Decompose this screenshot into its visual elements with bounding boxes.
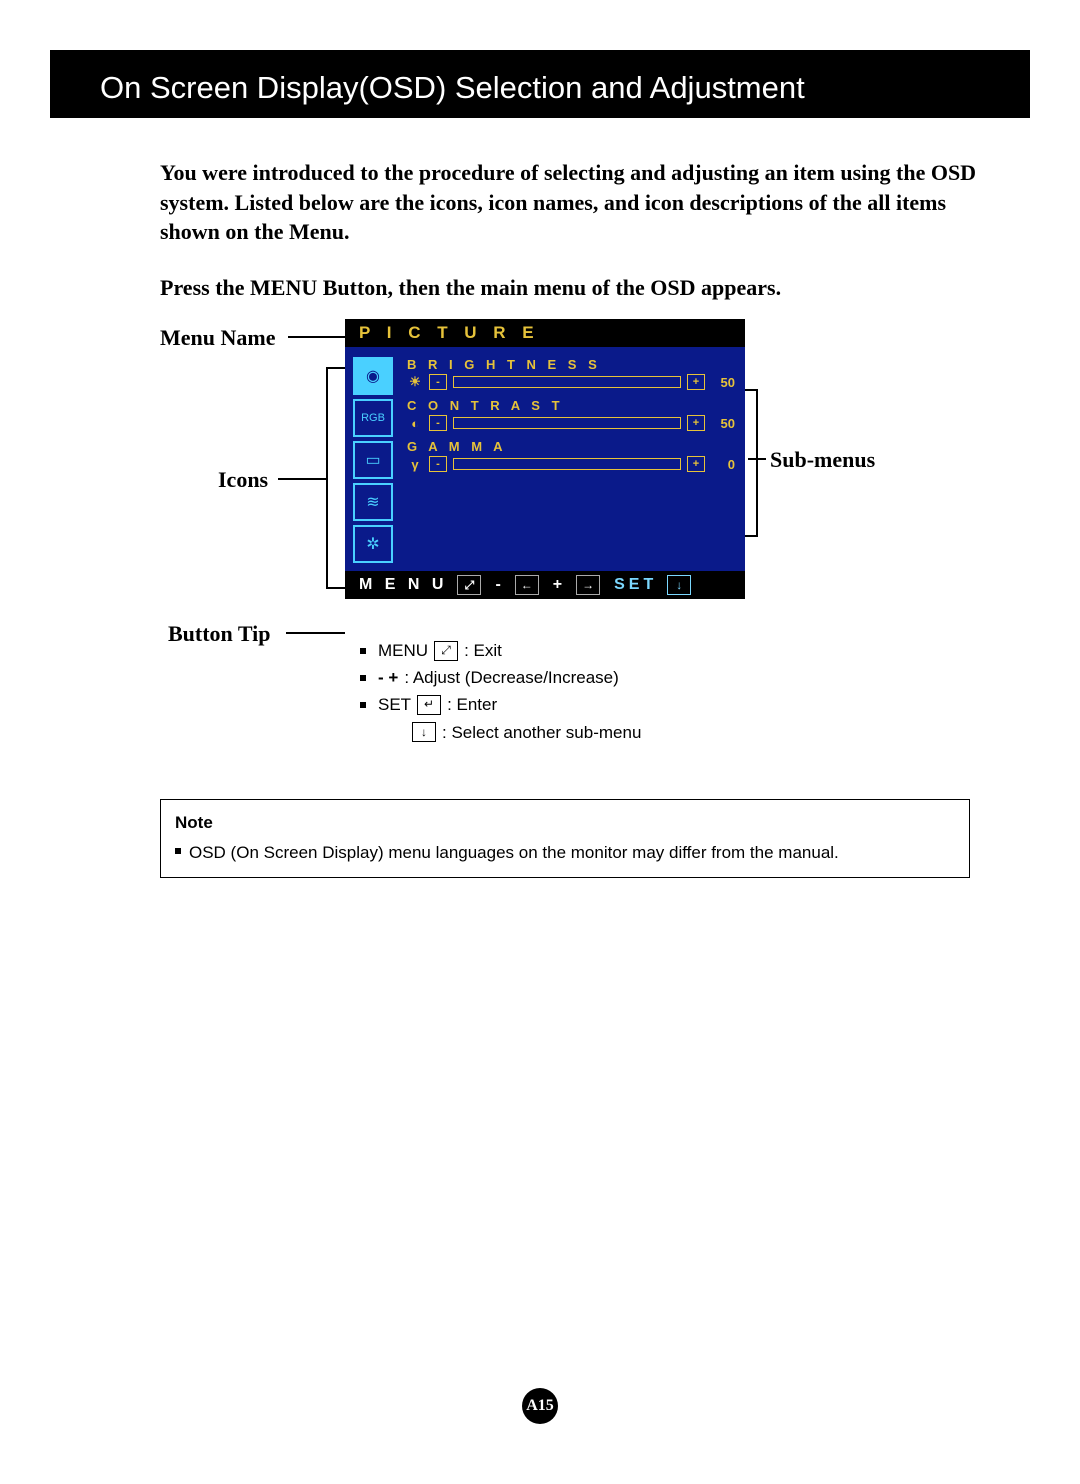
bullet-icon bbox=[360, 648, 366, 654]
picture-icon[interactable]: ◉ bbox=[353, 357, 393, 395]
note-box: Note OSD (On Screen Display) menu langua… bbox=[160, 799, 970, 878]
screen-icon[interactable]: ▭ bbox=[353, 441, 393, 479]
label-menu-name: Menu Name bbox=[160, 325, 275, 351]
setting-contrast: C O N T R A S T ◐ - + 50 bbox=[407, 398, 735, 431]
note-text: OSD (On Screen Display) menu languages o… bbox=[189, 840, 839, 866]
intro-paragraph-1: You were introduced to the procedure of … bbox=[160, 158, 980, 247]
rgb-icon[interactable]: RGB bbox=[353, 399, 393, 437]
tip-prefix: - + bbox=[378, 664, 398, 691]
wave-icon[interactable]: ≋ bbox=[353, 483, 393, 521]
label-sub-menus: Sub-menus bbox=[770, 447, 875, 473]
plus-button-label[interactable]: + bbox=[553, 576, 566, 594]
tip-text: : Enter bbox=[447, 691, 497, 718]
label-icons: Icons bbox=[218, 467, 268, 493]
down-key-icon: ↓ bbox=[412, 722, 436, 742]
menu-button-label[interactable]: M E N U bbox=[359, 576, 447, 594]
decrease-button[interactable]: - bbox=[429, 456, 447, 472]
contrast-icon: ◐ bbox=[407, 416, 423, 431]
tip-text: : Select another sub-menu bbox=[442, 719, 641, 746]
slider-value: 0 bbox=[711, 457, 735, 472]
note-heading: Note bbox=[175, 810, 955, 836]
setting-label: B R I G H T N E S S bbox=[407, 357, 735, 372]
exit-key-icon: ⤢ bbox=[434, 641, 458, 661]
right-key-icon: → bbox=[576, 575, 600, 595]
decrease-button[interactable]: - bbox=[429, 374, 447, 390]
tip-row: - + : Adjust (Decrease/Increase) bbox=[360, 664, 641, 691]
connector-line bbox=[756, 389, 758, 537]
tip-text: : Adjust (Decrease/Increase) bbox=[404, 664, 618, 691]
slider-track[interactable] bbox=[453, 458, 681, 470]
tip-row: MENU ⤢ : Exit bbox=[360, 637, 641, 664]
left-key-icon: ← bbox=[515, 575, 539, 595]
setting-brightness: B R I G H T N E S S ☀ - + 50 bbox=[407, 357, 735, 390]
intro-paragraph-2: Press the MENU Button, then the main men… bbox=[160, 275, 980, 301]
increase-button[interactable]: + bbox=[687, 415, 705, 431]
page-number: A15 bbox=[60, 1388, 1020, 1424]
osd-icon-column: ◉ RGB ▭ ≋ ✲ bbox=[345, 347, 407, 571]
osd-button-bar: M E N U ⤢ -← + → SET ↓ bbox=[345, 571, 745, 599]
connector-line bbox=[286, 632, 345, 634]
gamma-icon: γ bbox=[407, 457, 423, 472]
osd-menu-title: P I C T U R E bbox=[345, 319, 745, 347]
osd-panel: P I C T U R E ◉ RGB ▭ ≋ ✲ B R I G H T N … bbox=[345, 319, 745, 599]
decrease-button[interactable]: - bbox=[429, 415, 447, 431]
button-tip-list: MENU ⤢ : Exit - + : Adjust (Decrease/Inc… bbox=[360, 637, 641, 746]
minus-button-label[interactable]: - bbox=[495, 576, 504, 594]
slider-track[interactable] bbox=[453, 417, 681, 429]
bullet-icon bbox=[175, 848, 181, 854]
bullet-icon bbox=[360, 702, 366, 708]
slider-track[interactable] bbox=[453, 376, 681, 388]
setting-label: G A M M A bbox=[407, 439, 735, 454]
exit-key-icon: ⤢ bbox=[457, 575, 481, 595]
slider-value: 50 bbox=[711, 375, 735, 390]
label-button-tip: Button Tip bbox=[168, 621, 271, 647]
increase-button[interactable]: + bbox=[687, 456, 705, 472]
osd-diagram: Menu Name Icons Button Tip Sub-menus P I… bbox=[160, 319, 960, 779]
gear-icon[interactable]: ✲ bbox=[353, 525, 393, 563]
tip-text: : Exit bbox=[464, 637, 502, 664]
connector-line bbox=[326, 367, 328, 589]
enter-key-icon: ↓ bbox=[667, 575, 691, 595]
tip-prefix: MENU bbox=[378, 637, 428, 664]
connector-line bbox=[278, 478, 326, 480]
enter-key-icon: ↵ bbox=[417, 695, 441, 715]
tip-prefix: SET bbox=[378, 691, 411, 718]
slider-value: 50 bbox=[711, 416, 735, 431]
osd-settings: B R I G H T N E S S ☀ - + 50 C O N T R A… bbox=[407, 347, 745, 571]
set-button-label[interactable]: SET bbox=[614, 576, 657, 594]
connector-line bbox=[288, 336, 345, 338]
increase-button[interactable]: + bbox=[687, 374, 705, 390]
setting-label: C O N T R A S T bbox=[407, 398, 735, 413]
bullet-icon bbox=[360, 675, 366, 681]
tip-row: SET ↵ : Enter bbox=[360, 691, 641, 718]
tip-row: ↓ : Select another sub-menu bbox=[360, 719, 641, 746]
setting-gamma: G A M M A γ - + 0 bbox=[407, 439, 735, 472]
brightness-icon: ☀ bbox=[407, 374, 423, 390]
page-title: On Screen Display(OSD) Selection and Adj… bbox=[50, 50, 1030, 118]
